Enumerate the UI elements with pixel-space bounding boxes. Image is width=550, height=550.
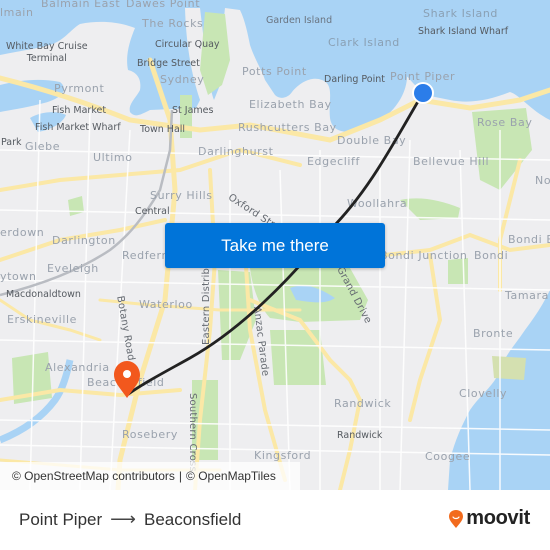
moovit-wordmark: moovit [466,507,530,529]
route-title: Point Piper ⟶ Beaconsfield [19,509,241,530]
openmaptiles-attribution-link[interactable]: © OpenMapTiles [186,469,276,483]
destination-marker[interactable] [114,361,140,398]
map-canvas[interactable]: Balmain East Dawes Point lmain The Rocks… [0,0,550,490]
attribution-separator: | [178,469,183,483]
route-origin: Point Piper [19,509,103,529]
route-destination: Beaconsfield [143,509,242,529]
destination-pin-icon [114,361,140,398]
map-attribution: © OpenStreetMap contributors | © OpenMap… [0,462,300,490]
origin-marker[interactable] [412,82,434,104]
origin-marker-dot [414,84,432,102]
take-me-there-button[interactable]: Take me there [165,223,385,268]
moovit-pin-icon [449,509,464,528]
osm-attribution-link[interactable]: © OpenStreetMap contributors [12,469,175,483]
arrow-right-icon: ⟶ [110,509,136,529]
moovit-logo[interactable]: moovit [448,507,530,530]
destination-pin-hole [123,370,131,378]
